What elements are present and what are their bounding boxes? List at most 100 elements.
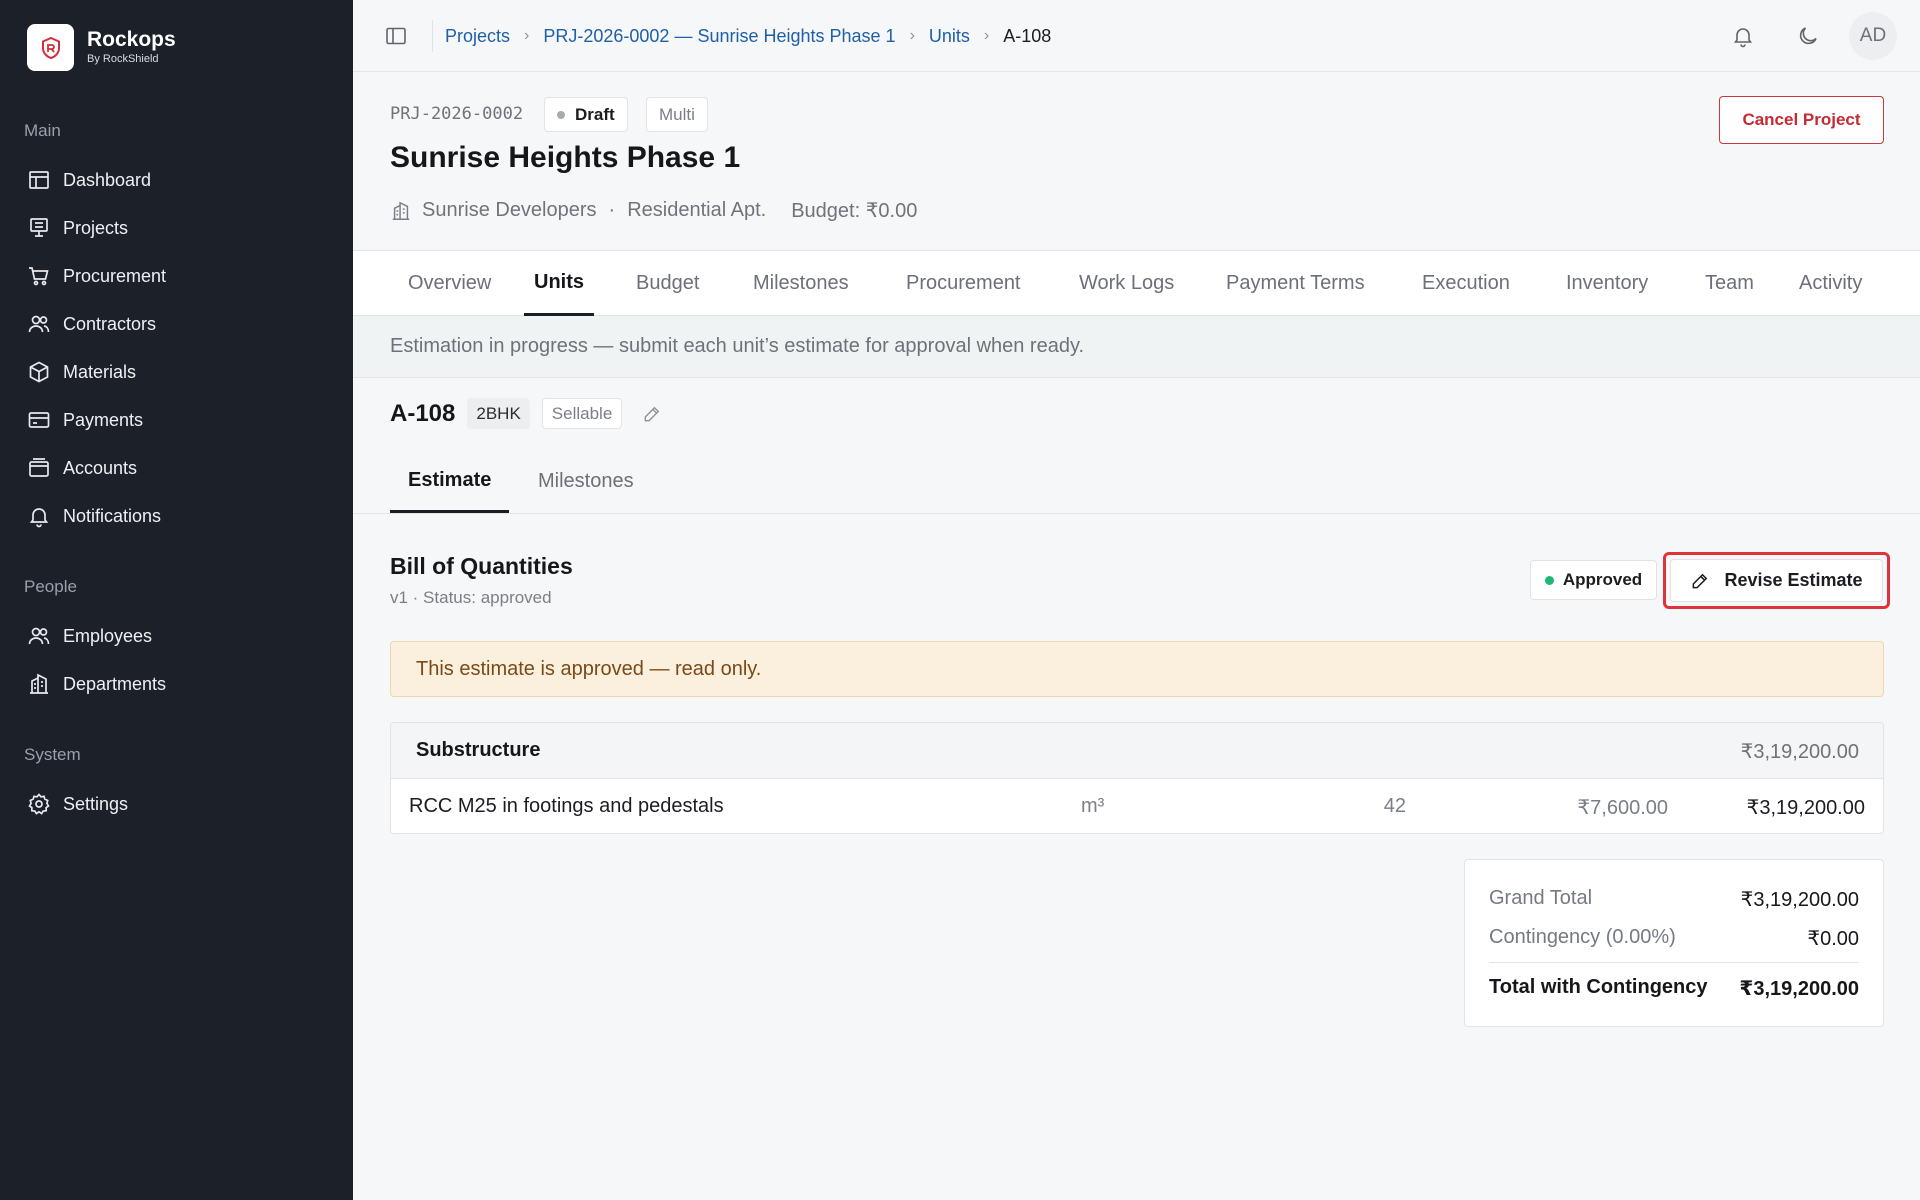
users-icon: [28, 627, 50, 645]
sidebar-item-label: Projects: [63, 217, 129, 238]
estimation-info-banner: Estimation in progress — submit each uni…: [353, 316, 1920, 378]
sidebar-item-payments[interactable]: Payments: [27, 400, 327, 440]
topbar-divider: [432, 20, 433, 52]
unit-tag-badge: Sellable: [541, 398, 623, 429]
sidebar-item-contractors[interactable]: Contractors: [27, 304, 327, 344]
breadcrumb-projects[interactable]: Projects: [445, 26, 510, 47]
cancel-project-button[interactable]: Cancel Project: [1719, 96, 1884, 144]
section-name: Substructure: [416, 739, 541, 761]
moon-icon: [1799, 27, 1817, 45]
tab-team[interactable]: Team: [1705, 251, 1754, 316]
tab-overview[interactable]: Overview: [408, 251, 491, 316]
sidebar-item-notifications[interactable]: Notifications: [27, 496, 327, 536]
sidebar-item-label: Employees: [63, 625, 153, 646]
nav-section-main: Main: [24, 121, 61, 140]
sidebar-item-label: Settings: [63, 793, 129, 814]
grand-total-row: Grand Total ₹3,19,200.00: [1489, 887, 1859, 912]
breadcrumb-units[interactable]: Units: [929, 26, 970, 47]
project-meta: Sunrise Developers · Residential Apt. Bu…: [390, 198, 917, 223]
subtab-estimate[interactable]: Estimate: [390, 450, 510, 513]
readonly-notice: This estimate is approved — read only.: [390, 641, 1884, 697]
status-badge-label: Draft: [575, 104, 615, 124]
sidebar-item-accounts[interactable]: Accounts: [27, 448, 327, 488]
tab-procurement[interactable]: Procurement: [906, 251, 1021, 316]
meta-separator: ·: [608, 199, 616, 221]
boq-title: Bill of Quantities: [390, 553, 573, 579]
item-amount: ₹3,19,200.00: [1746, 797, 1865, 819]
card-icon: [28, 412, 50, 428]
tab-milestones[interactable]: Milestones: [753, 251, 849, 316]
brand-name: Rockops: [87, 28, 176, 51]
edit-unit-icon[interactable]: [642, 404, 662, 424]
contingency-label: Contingency (0.00%): [1489, 926, 1676, 948]
sidebar-item-settings[interactable]: Settings: [27, 784, 327, 824]
tab-budget[interactable]: Budget: [636, 251, 699, 316]
sidebar-item-procurement[interactable]: Procurement: [27, 256, 327, 296]
sidebar-item-label: Payments: [63, 409, 144, 430]
brand[interactable]: Rockops By RockShield: [27, 24, 176, 71]
pencil-icon: [1693, 573, 1708, 588]
sidebar-toggle-icon: [386, 27, 406, 45]
project-budget: Budget: ₹0.00: [791, 200, 918, 222]
sidebar-item-dashboard[interactable]: Dashboard: [27, 160, 327, 200]
boq-subtitle: v1 · Status: approved: [390, 588, 552, 607]
project-code: PRJ-2026-0002: [390, 104, 524, 124]
revise-estimate-button[interactable]: Revise Estimate: [1670, 559, 1883, 602]
dashboard-icon: [29, 171, 49, 189]
item-quantity: 42: [1383, 795, 1406, 817]
brand-subtitle: By RockShield: [87, 53, 159, 65]
item-rate: ₹7,600.00: [1577, 797, 1668, 819]
section-row[interactable]: Substructure ₹3,19,200.00: [391, 723, 1883, 779]
chevron-right-icon: ›: [909, 27, 915, 44]
sidebar-item-projects[interactable]: Projects: [27, 208, 327, 248]
topbar: Projects › PRJ-2026-0002 — Sunrise Heigh…: [353, 0, 1920, 72]
building-icon: [392, 201, 410, 220]
approved-dot: [1544, 575, 1554, 585]
revise-estimate-highlight: Revise Estimate: [1663, 552, 1890, 609]
tab-units[interactable]: Units: [524, 251, 594, 316]
breadcrumb: Projects › PRJ-2026-0002 — Sunrise Heigh…: [445, 0, 1051, 72]
section-total: ₹3,19,200.00: [1740, 741, 1859, 763]
tab-inventory[interactable]: Inventory: [1566, 251, 1648, 316]
table-row: RCC M25 in footings and pedestals m³ 42 …: [391, 779, 1883, 833]
users-icon: [28, 315, 50, 333]
grand-total-value: ₹3,19,200.00: [1740, 889, 1859, 911]
revise-estimate-label: Revise Estimate: [1724, 570, 1863, 590]
totals-divider: [1489, 962, 1859, 963]
sidebar-item-materials[interactable]: Materials: [27, 352, 327, 392]
tab-payment-terms[interactable]: Payment Terms: [1226, 251, 1365, 316]
approved-badge: Approved: [1530, 560, 1657, 600]
unit-name: A-108: [390, 399, 456, 427]
subtab-milestones[interactable]: Milestones: [538, 450, 634, 513]
gear-icon: [28, 793, 50, 815]
cart-icon: [29, 267, 49, 286]
nav-section-system: System: [24, 745, 81, 764]
unit-type-badge: 2BHK: [467, 398, 530, 429]
wallet-icon: [29, 458, 49, 477]
tab-execution[interactable]: Execution: [1422, 251, 1510, 316]
tab-work-logs[interactable]: Work Logs: [1079, 251, 1174, 316]
nav-section-people: People: [24, 577, 77, 596]
sidebar-item-departments[interactable]: Departments: [27, 664, 327, 704]
sidebar-toggle-button[interactable]: [384, 24, 408, 48]
brand-logo-icon: [27, 24, 74, 71]
breadcrumb-project[interactable]: PRJ-2026-0002 — Sunrise Heights Phase 1: [543, 26, 895, 47]
contingency-value: ₹0.00: [1807, 928, 1859, 950]
unit-header: A-108 2BHK Sellable: [390, 398, 662, 429]
final-total-value: ₹3,19,200.00: [1739, 978, 1859, 1000]
tab-activity[interactable]: Activity: [1799, 251, 1862, 316]
status-dot: [557, 110, 565, 119]
project-developer: Sunrise Developers: [422, 199, 597, 221]
item-description: RCC M25 in footings and pedestals: [409, 795, 724, 817]
status-badge: Draft: [544, 97, 628, 132]
sidebar-item-employees[interactable]: Employees: [27, 616, 327, 656]
approved-badge-label: Approved: [1562, 570, 1643, 589]
page-title: Sunrise Heights Phase 1: [390, 141, 741, 174]
mode-badge: Multi: [646, 97, 708, 132]
sidebar-item-label: Departments: [63, 673, 167, 694]
theme-toggle-button[interactable]: [1794, 22, 1822, 50]
breadcrumb-current: A-108: [1003, 25, 1052, 46]
user-avatar[interactable]: AD: [1849, 12, 1897, 60]
notifications-button[interactable]: [1729, 22, 1757, 50]
sidebar-item-label: Notifications: [63, 505, 162, 526]
